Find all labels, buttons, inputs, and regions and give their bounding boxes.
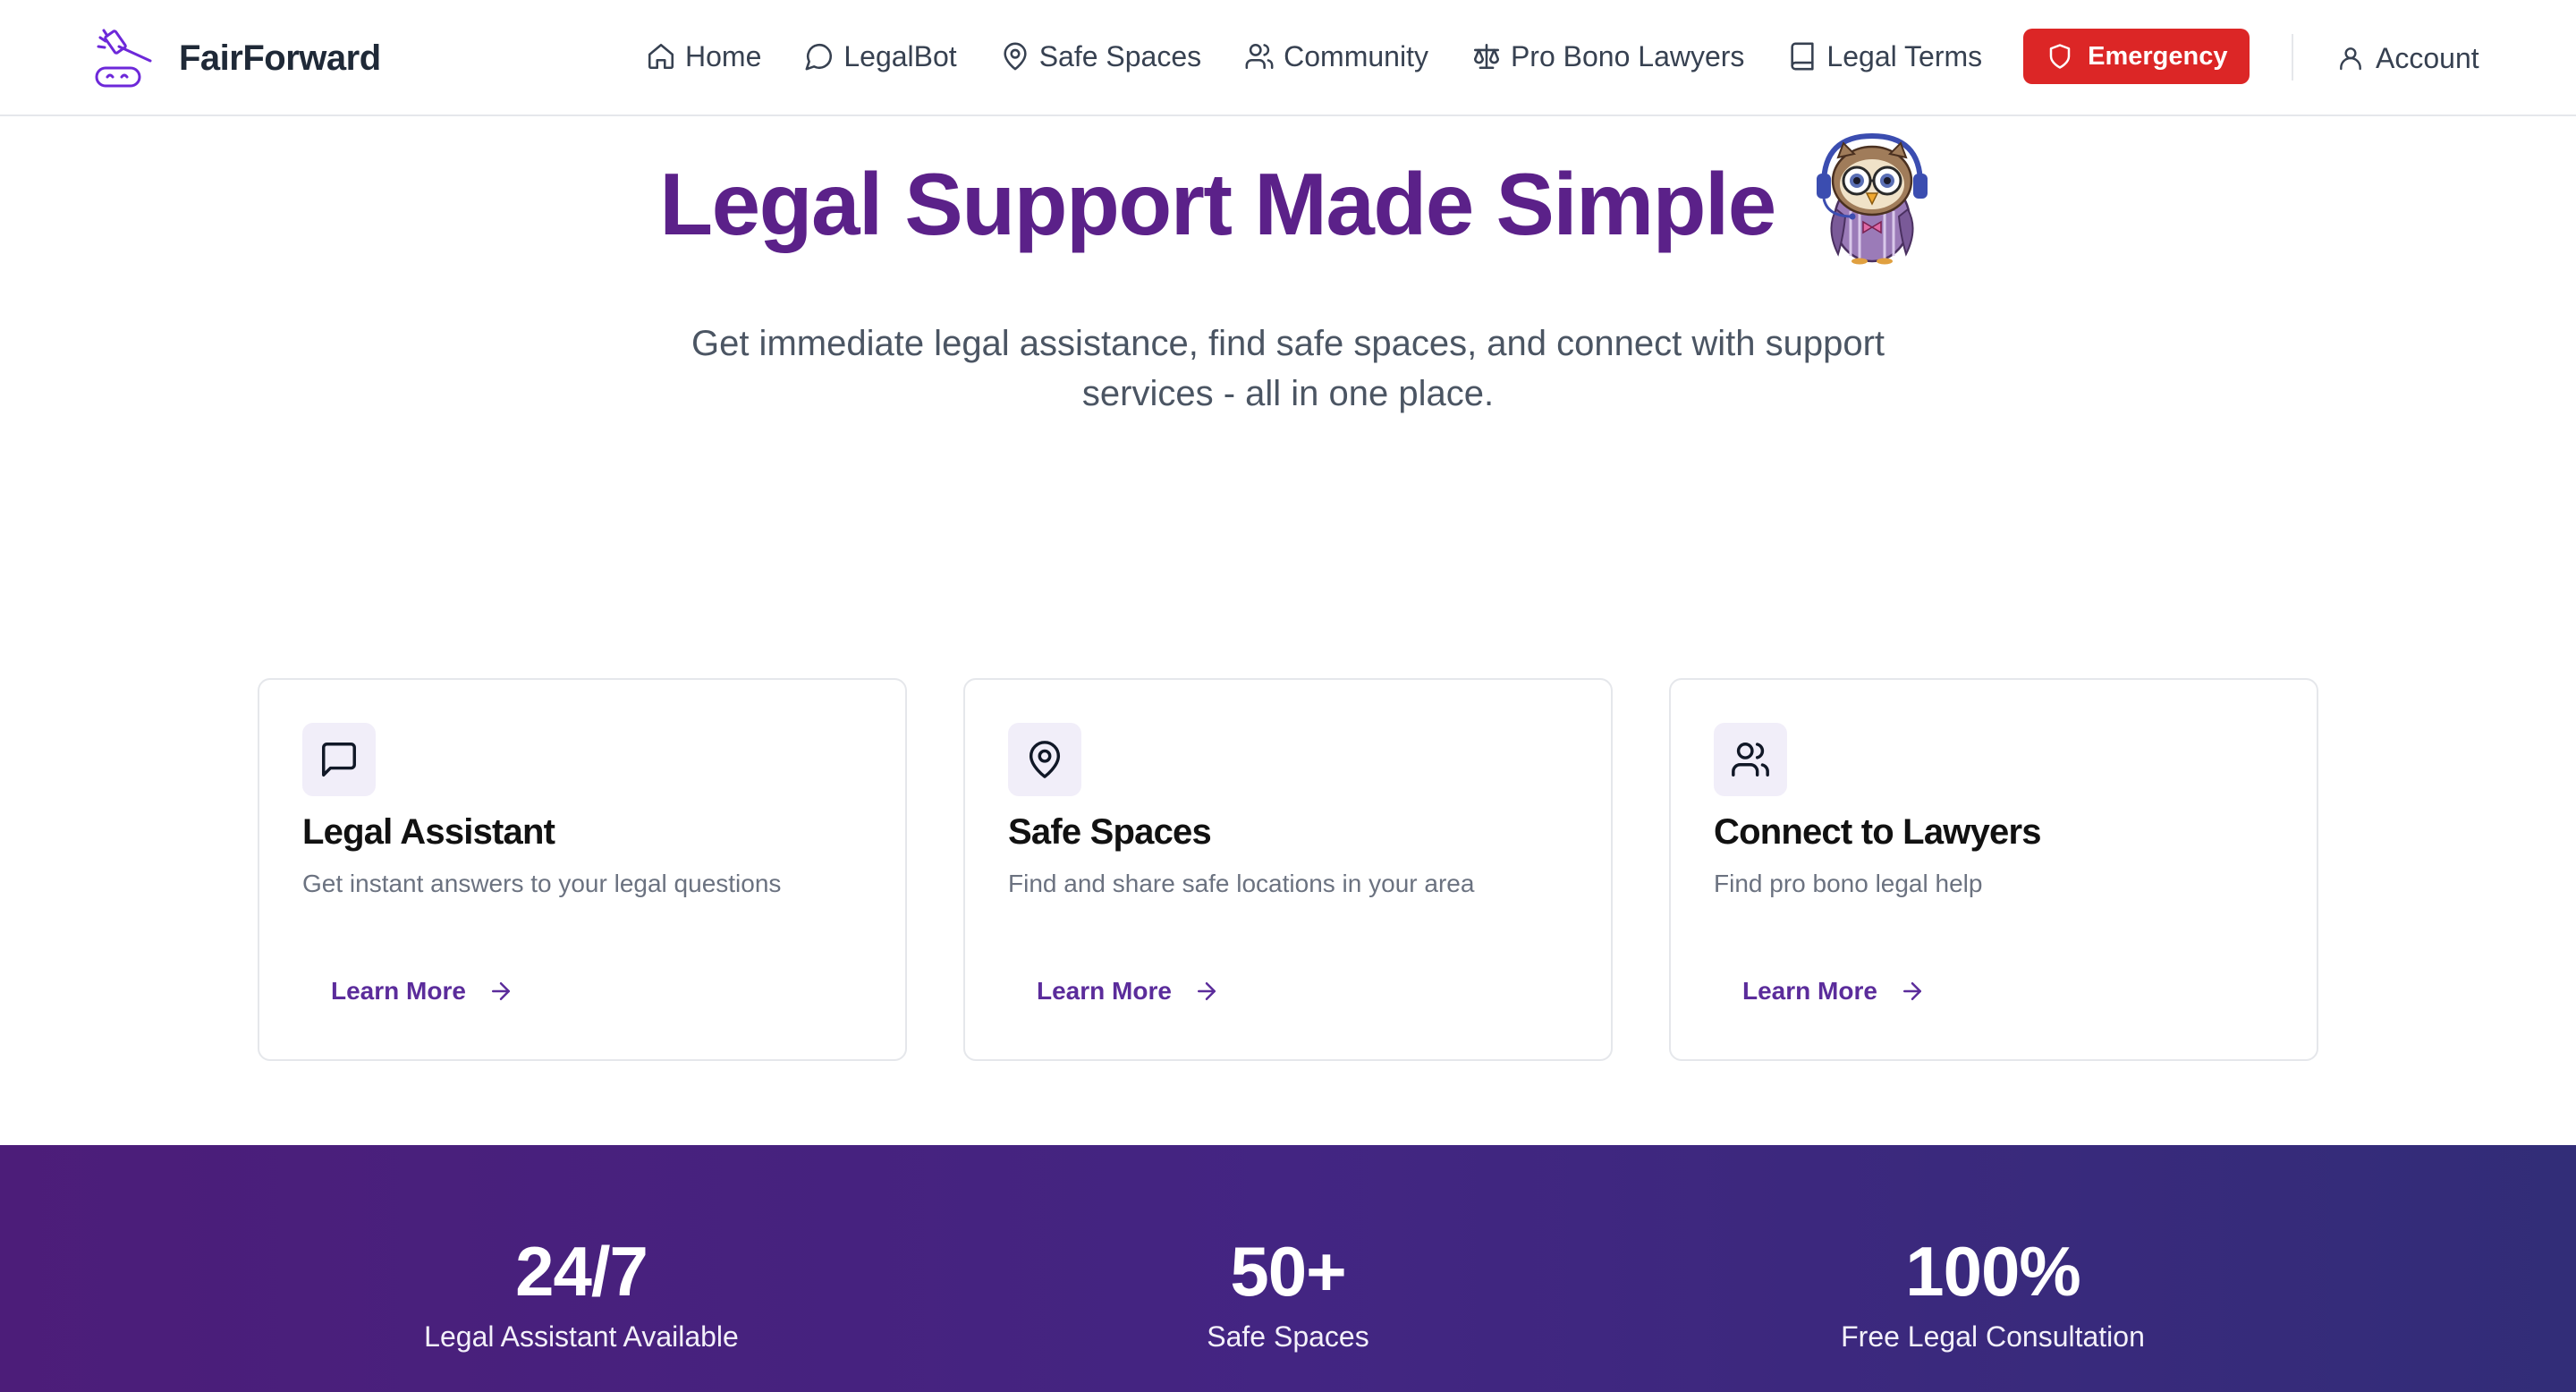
- nav-pro-bono-lawyers-label: Pro Bono Lawyers: [1510, 39, 1745, 72]
- users-icon: [1732, 743, 1769, 777]
- feature-card-safe-spaces: Safe Spaces Find and share safe location…: [963, 678, 1613, 1061]
- card-description: Get instant answers to your legal questi…: [302, 870, 782, 897]
- gavel-logo-icon: [95, 29, 152, 88]
- card-title: Connect to Lawyers: [1714, 812, 2041, 852]
- shield-icon: [2049, 44, 2071, 69]
- top-navigation: FairForward Home LegalBot Safe Spaces Co…: [0, 0, 2576, 116]
- user-icon: [2340, 47, 2361, 71]
- nav-legal-terms[interactable]: Legal Terms: [1787, 40, 1982, 73]
- nav-legal-terms-label: Legal Terms: [1826, 39, 1983, 72]
- card-icon-container: [1714, 723, 1787, 796]
- card-description: Find pro bono legal help: [1714, 870, 1983, 897]
- chat-bubble-icon: [805, 43, 833, 71]
- account-link[interactable]: Account: [2336, 29, 2479, 88]
- nav-home[interactable]: Home: [646, 40, 761, 73]
- learn-more-link[interactable]: Learn More: [1742, 966, 1926, 1016]
- learn-more-link[interactable]: Learn More: [331, 966, 514, 1016]
- home-icon: [648, 43, 674, 70]
- nav-legalbot-label: LegalBot: [843, 39, 957, 72]
- card-icon-container: [302, 723, 376, 796]
- stat-value: 24/7: [515, 1232, 648, 1311]
- stat-label: Safe Spaces: [1207, 1320, 1369, 1353]
- brand-home-link[interactable]: FairForward: [93, 27, 381, 89]
- nav-community[interactable]: Community: [1244, 40, 1428, 73]
- account-label: Account: [2376, 41, 2479, 74]
- learn-more-label: Learn More: [1037, 977, 1172, 1005]
- arrow-right-icon: [491, 982, 510, 1000]
- learn-more-label: Learn More: [331, 977, 466, 1005]
- owl-mascot-icon: [1816, 132, 1928, 265]
- nav-safe-spaces[interactable]: Safe Spaces: [1000, 40, 1201, 73]
- card-title: Legal Assistant: [302, 812, 555, 852]
- hero-subtitle: Get immediate legal assistance, find saf…: [691, 324, 1885, 413]
- card-description: Find and share safe locations in your ar…: [1008, 870, 1475, 897]
- emergency-button-label: Emergency: [2088, 41, 2228, 71]
- book-icon: [1791, 42, 1815, 71]
- main-menu: Home LegalBot Safe Spaces Community Pro …: [646, 27, 2250, 86]
- learn-more-link[interactable]: Learn More: [1037, 966, 1220, 1016]
- stat-value: 50+: [1230, 1232, 1346, 1311]
- feature-card-connect-lawyers: Connect to Lawyers Find pro bono legal h…: [1669, 678, 2318, 1061]
- nav-home-label: Home: [685, 39, 762, 72]
- scale-icon: [1473, 43, 1499, 70]
- message-square-icon: [322, 743, 356, 777]
- card-title: Safe Spaces: [1008, 812, 1212, 852]
- stats-band: 24/7 Legal Assistant Available 50+ Safe …: [0, 1145, 2576, 1392]
- nav-legalbot[interactable]: LegalBot: [804, 39, 957, 73]
- nav-community-label: Community: [1284, 39, 1428, 72]
- arrow-right-icon: [1902, 982, 1921, 1000]
- stat-value: 100%: [1905, 1232, 2081, 1311]
- hero-title-row: Legal Support Made Simple: [0, 132, 2576, 276]
- users-icon: [1245, 43, 1274, 70]
- feature-card-legal-assistant: Legal Assistant Get instant answers to y…: [258, 678, 907, 1061]
- emergency-button[interactable]: Emergency: [2023, 29, 2250, 84]
- brand-name: FairForward: [179, 38, 381, 78]
- stat-label: Free Legal Consultation: [1841, 1320, 2145, 1353]
- map-pin-icon: [1004, 42, 1027, 71]
- nav-divider: [2292, 34, 2293, 81]
- stat-label: Legal Assistant Available: [424, 1320, 739, 1353]
- arrow-right-icon: [1197, 982, 1216, 1000]
- hero-title: Legal Support Made Simple: [659, 154, 1776, 253]
- nav-pro-bono-lawyers[interactable]: Pro Bono Lawyers: [1471, 40, 1744, 73]
- card-icon-container: [1008, 723, 1081, 796]
- nav-safe-spaces-label: Safe Spaces: [1038, 39, 1202, 72]
- learn-more-label: Learn More: [1742, 977, 1877, 1005]
- map-pin-icon: [1029, 741, 1061, 778]
